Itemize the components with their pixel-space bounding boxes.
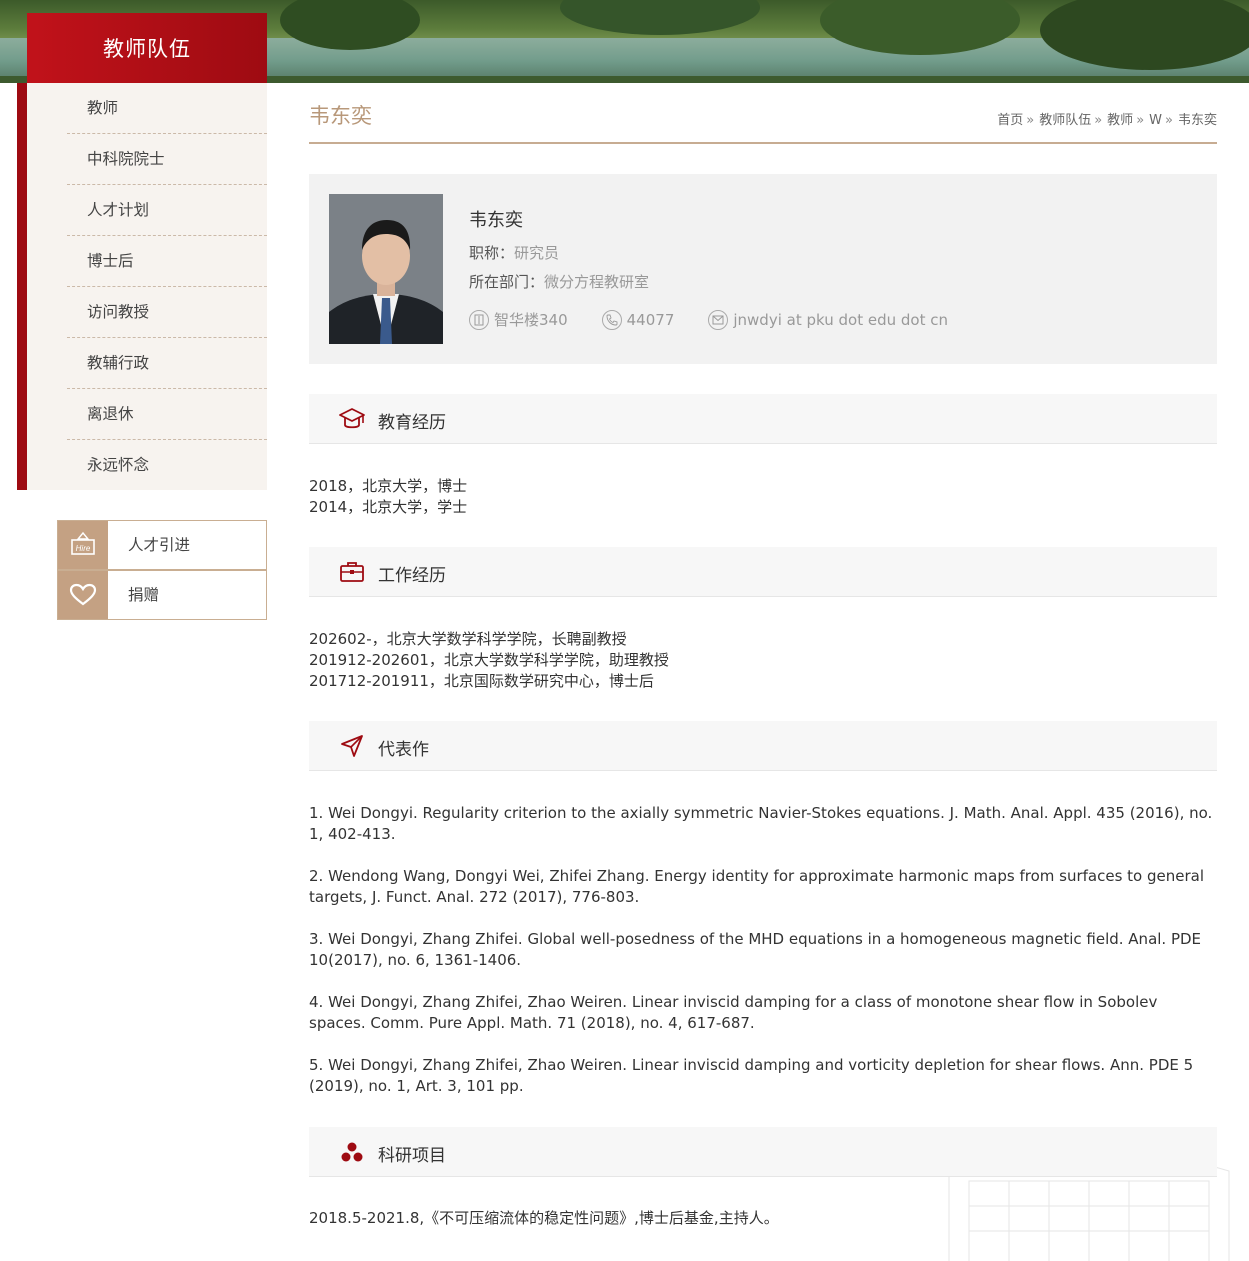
breadcrumb-separator: » [1094,113,1103,128]
sidebar-item-teachers[interactable]: 教师 [67,83,267,134]
sidebar-item-visiting-professor[interactable]: 访问教授 [67,287,267,338]
paper-plane-icon [341,735,363,757]
quick-link-label: 捐赠 [128,586,160,604]
section-title: 教育经历 [378,413,446,433]
svg-text:Hire: Hire [76,544,91,553]
breadcrumb-letter[interactable]: W [1149,113,1162,128]
breadcrumb-teachers[interactable]: 教师 [1107,113,1133,128]
phone-icon [601,309,622,330]
education-list: 2018，北京大学，博士 2014，北京大学，学士 [309,476,1217,518]
office-text: 智华楼340 [494,311,568,329]
section-title: 科研项目 [378,1146,446,1166]
profile-dept-row: 所在部门：微分方程教研室 [469,271,649,292]
heart-icon [58,571,108,619]
breadcrumb-current: 韦东奕 [1177,113,1217,128]
education-item: 2014，北京大学，学士 [309,498,468,516]
project-list: 2018.5-2021.8,《不可压缩流体的稳定性问题》,博士后基金,主持人。 [309,1208,1217,1229]
breadcrumb-faculty[interactable]: 教师队伍 [1039,113,1091,128]
profile-contacts: 智华楼340 44077 jnwdyi at pku dot edu dot c… [469,309,982,330]
publication-item: 4. Wei Dongyi, Zhang Zhifei, Zhao Weiren… [309,993,1158,1032]
three-dots-icon [341,1142,363,1162]
contact-office: 智华楼340 [469,309,568,330]
section-education: 教育经历 [309,394,1217,444]
publication-item: 2. Wendong Wang, Dongyi Wei, Zhifei Zhan… [309,867,1204,906]
quick-link-donation[interactable]: 捐赠 [57,570,267,620]
sidebar-item-postdoc[interactable]: 博士后 [67,236,267,287]
breadcrumb-separator: » [1026,113,1035,128]
work-item: 201712-201911，北京国际数学研究中心，博士后 [309,672,654,690]
section-work: 工作经历 [309,547,1217,597]
contact-phone: 44077 [601,309,675,330]
breadcrumb-separator: » [1136,113,1145,128]
profile-title-label: 职称： [469,244,515,262]
breadcrumb-home[interactable]: 首页 [997,113,1023,128]
sidebar-item-in-memoriam[interactable]: 永远怀念 [67,440,267,491]
section-publications: 代表作 [309,721,1217,771]
breadcrumb: 首页» 教师队伍» 教师» W» 韦东奕 [997,109,1217,128]
breadcrumb-separator: » [1165,113,1173,128]
sidebar-item-retired[interactable]: 离退休 [67,389,267,440]
quick-link-label: 人才引进 [128,536,191,554]
publication-item: 3. Wei Dongyi, Zhang Zhifei. Global well… [309,930,1202,969]
envelope-icon [708,309,729,330]
profile-dept-label: 所在部门： [469,273,545,291]
phone-text: 44077 [626,310,675,329]
contact-email: jnwdyi at pku dot edu dot cn [708,309,948,330]
profile-dept-value: 微分方程教研室 [544,273,650,291]
publication-item: 5. Wei Dongyi, Zhang Zhifei, Zhao Weiren… [309,1056,1194,1095]
sidebar-title: 教师队伍 [27,13,267,83]
email-text: jnwdyi at pku dot edu dot cn [733,310,948,329]
work-item: 201912-202601，北京大学数学科学学院，助理教授 [309,651,669,669]
banner-tree [560,0,760,35]
sidebar-menu: 教师 中科院院士 人才计划 博士后 访问教授 教辅行政 离退休 永远怀念 [17,83,267,490]
hire-icon: Hire [58,521,108,569]
sidebar-item-admin-staff[interactable]: 教辅行政 [67,338,267,389]
section-title: 工作经历 [378,566,446,586]
work-list: 202602-，北京大学数学科学学院，长聘副教授 201912-202601，北… [309,629,1217,692]
section-title: 代表作 [378,740,429,760]
profile-title-row: 职称：研究员 [469,242,559,263]
project-item: 2018.5-2021.8,《不可压缩流体的稳定性问题》,博士后基金,主持人。 [309,1209,779,1227]
work-item: 202602-，北京大学数学科学学院，长聘副教授 [309,630,627,648]
page-title: 韦东奕 [309,104,372,128]
sidebar-item-talent-program[interactable]: 人才计划 [67,185,267,236]
publication-list: 1. Wei Dongyi. Regularity criterion to t… [309,803,1217,1118]
section-projects: 科研项目 [309,1127,1217,1177]
page-header: 韦东奕 首页» 教师队伍» 教师» W» 韦东奕 [309,95,1217,144]
building-icon [469,309,489,330]
graduation-cap-icon [339,408,365,429]
sidebar-item-cas-academicians[interactable]: 中科院院士 [67,134,267,185]
profile-title-value: 研究员 [514,244,560,262]
briefcase-icon [340,562,364,582]
quick-link-recruitment[interactable]: Hire 人才引进 [57,520,267,570]
profile-name: 韦东奕 [469,210,523,231]
profile-card: 韦东奕 职称：研究员 所在部门：微分方程教研室 智华楼340 44077 jnw… [309,174,1217,364]
publication-item: 1. Wei Dongyi. Regularity criterion to t… [309,804,1213,843]
profile-photo [329,194,443,344]
education-item: 2018，北京大学，博士 [309,477,468,495]
